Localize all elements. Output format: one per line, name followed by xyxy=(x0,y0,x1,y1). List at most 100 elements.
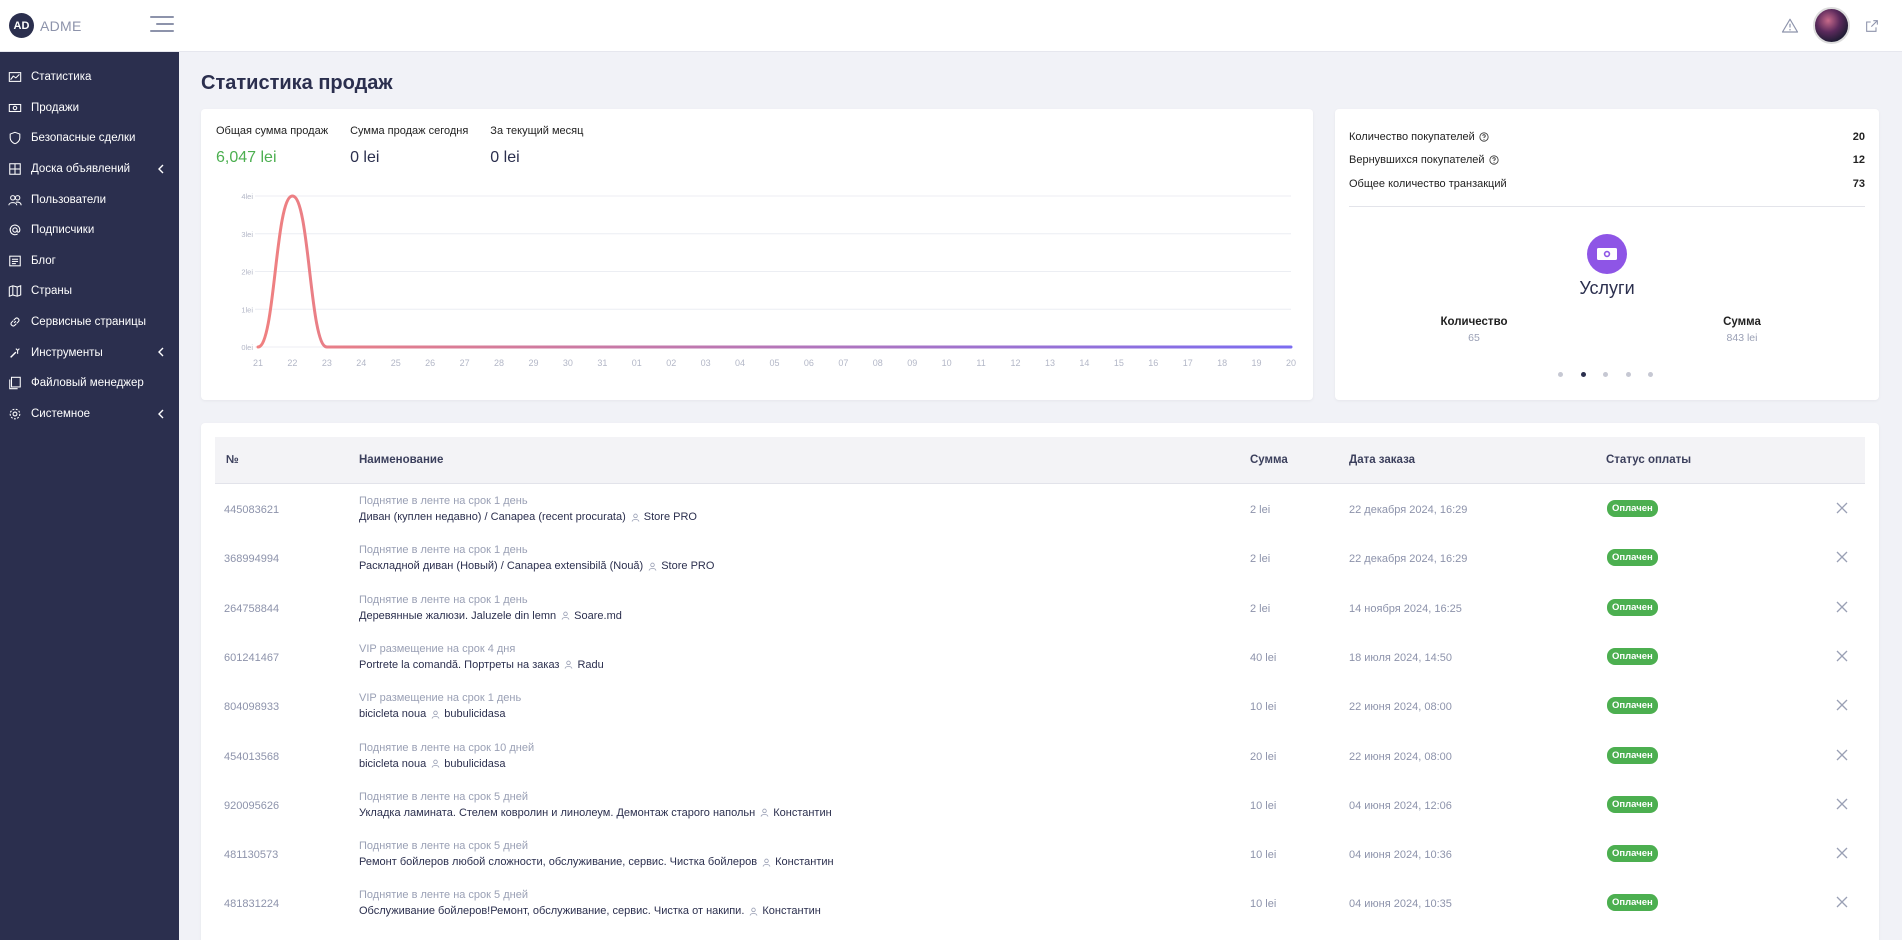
user-icon xyxy=(631,513,640,522)
y-tick-label: 2lei xyxy=(241,268,253,277)
chart-icon xyxy=(8,72,22,83)
carousel-dot[interactable] xyxy=(1648,372,1653,377)
table-row[interactable]: 368994994 Поднятие в ленте на срок 1 день… xyxy=(215,534,1865,583)
user-name[interactable]: Константин xyxy=(773,807,831,819)
logo[interactable]: AD ADME xyxy=(9,13,82,38)
help-icon[interactable] xyxy=(1479,132,1489,142)
col-number: № xyxy=(226,454,239,466)
sidebar-item-countries[interactable]: Страны xyxy=(0,276,179,307)
files-icon xyxy=(9,377,21,390)
user-name[interactable]: bubulicidasa xyxy=(444,708,505,720)
close-icon[interactable] xyxy=(1835,895,1849,909)
sidebar-item-statistics[interactable]: Статистика xyxy=(0,62,179,93)
sidebar-item-subscribers[interactable]: Подписчики xyxy=(0,215,179,246)
sidebar-item-service-pages[interactable]: Сервисные страницы xyxy=(0,307,179,338)
item-link[interactable]: Ремонт бойлеров любой сложности, обслужи… xyxy=(359,856,757,868)
y-tick-label: 4lei xyxy=(241,192,253,201)
close-icon[interactable] xyxy=(1835,600,1849,614)
x-tick-label: 09 xyxy=(907,358,917,368)
close-icon[interactable] xyxy=(1835,846,1849,860)
x-tick-label: 26 xyxy=(425,358,435,368)
help-icon[interactable] xyxy=(1488,155,1499,165)
user-name[interactable]: Soare.md xyxy=(574,610,622,622)
x-tick-label: 07 xyxy=(838,358,848,368)
sidebar-item-board[interactable]: Доска объявлений xyxy=(0,154,179,185)
y-tick-label: 3lei xyxy=(241,230,253,239)
sidebar-item-blog[interactable]: Блог xyxy=(0,246,179,277)
table-row[interactable]: 445083621 Поднятие в ленте на срок 1 день… xyxy=(215,485,1865,534)
item-link[interactable]: bicicleta noua xyxy=(359,758,426,770)
sidebar-item-file-manager[interactable]: Файловый менеджер xyxy=(0,368,179,399)
sidebar-item-label: Блог xyxy=(31,254,56,267)
status-badge: Оплачен xyxy=(1607,746,1658,764)
carousel-dot[interactable] xyxy=(1625,372,1631,377)
x-tick-label: 30 xyxy=(563,358,573,368)
item-link[interactable]: Деревянные жалюзи. Jaluzele din lemn xyxy=(359,610,556,622)
table-row[interactable]: 481831224 Поднятие в ленте на срок 5 дней… xyxy=(215,879,1865,928)
table-header: № Наименование Сумма Дата заказа Статус … xyxy=(215,437,1865,484)
table-row[interactable]: 804098933 VIP размещение на срок 1 день bi… xyxy=(215,682,1865,731)
service-sum-value: 843 lei xyxy=(1726,332,1758,344)
sales-chart-card: Общая сумма продаж 6,047 lei Сумма прода… xyxy=(201,109,1313,400)
table-row[interactable]: 264758844 Поднятие в ленте на срок 1 день… xyxy=(215,584,1865,633)
table-row[interactable]: 601241467 VIP размещение на срок 4 дня Por… xyxy=(215,633,1865,682)
user-name[interactable]: Store PRO xyxy=(661,560,714,572)
item-link[interactable]: Раскладной диван (Новый) / Canapea exten… xyxy=(359,560,643,572)
service-name: Поднятие в ленте на срок 5 дней xyxy=(359,889,528,902)
carousel-dot[interactable] xyxy=(1558,372,1563,377)
order-sum: 10 lei xyxy=(1250,898,1277,911)
at-icon xyxy=(9,224,21,236)
sidebar-item-system[interactable]: Системное xyxy=(0,399,179,430)
sidebar-item-safe-deals[interactable]: Безопасные сделки xyxy=(0,123,179,154)
sidebar-item-users[interactable]: Пользователи xyxy=(0,184,179,215)
close-icon[interactable] xyxy=(1835,698,1849,712)
close-icon[interactable] xyxy=(1835,797,1849,811)
user-name[interactable]: bubulicidasa xyxy=(444,758,505,770)
sidebar-item-label: Инструменты xyxy=(31,346,103,359)
item-link[interactable]: bicicleta noua xyxy=(359,708,426,720)
x-tick-label: 06 xyxy=(804,358,814,368)
money-icon xyxy=(1587,234,1627,274)
table-row[interactable]: 481130573 Поднятие в ленте на срок 5 дней… xyxy=(215,830,1865,879)
item-link[interactable]: Portrete la comandă. Портреты на заказ xyxy=(359,659,559,671)
carousel-dot[interactable] xyxy=(1603,372,1608,377)
user-name[interactable]: Константин xyxy=(762,905,820,917)
user-name[interactable]: Store PRO xyxy=(644,511,697,523)
item-link[interactable]: Укладка ламината. Стелем ковролин и лино… xyxy=(359,807,755,819)
sidebar-item-label: Пользователи xyxy=(31,193,107,206)
close-icon[interactable] xyxy=(1835,748,1849,762)
order-sum: 10 lei xyxy=(1250,849,1277,862)
service-name: Поднятие в ленте на срок 10 дней xyxy=(359,741,535,754)
col-date: Дата заказа xyxy=(1349,454,1416,466)
user-name[interactable]: Константин xyxy=(775,856,833,868)
table-row[interactable]: 454013568 Поднятие в ленте на срок 10 дне… xyxy=(215,732,1865,781)
x-tick-label: 11 xyxy=(976,358,985,368)
close-icon[interactable] xyxy=(1835,550,1849,564)
sidebar-item-sales[interactable]: Продажи xyxy=(0,93,179,124)
sidebar-item-tools[interactable]: Инструменты xyxy=(0,337,179,368)
item-link[interactable]: Диван (куплен недавно) / Canapea (recent… xyxy=(359,511,626,523)
stat-value: 20 xyxy=(1852,130,1865,143)
stat-row-customers: Количество покупателей 20 xyxy=(1349,125,1865,149)
x-tick-label: 10 xyxy=(942,358,952,368)
carousel-dot[interactable] xyxy=(1580,372,1586,377)
sidebar-item-label: Файловый менеджер xyxy=(31,377,144,390)
table-row[interactable]: 920095626 Поднятие в ленте на срок 5 дней… xyxy=(215,781,1865,830)
x-tick-label: 22 xyxy=(287,358,297,368)
service-name: Поднятие в ленте на срок 1 день xyxy=(359,495,528,507)
sidebar-item-label: Подписчики xyxy=(31,224,95,237)
warning-icon[interactable] xyxy=(1781,17,1799,35)
item-link[interactable]: Обслуживание бойлеров!Ремонт, обслуживан… xyxy=(359,905,744,917)
users-icon xyxy=(8,194,22,206)
close-icon[interactable] xyxy=(1835,649,1849,663)
menu-toggle-icon[interactable] xyxy=(150,14,174,34)
close-icon[interactable] xyxy=(1835,501,1849,515)
user-name[interactable]: Radu xyxy=(577,659,603,671)
external-link-icon[interactable] xyxy=(1864,18,1880,34)
map-icon xyxy=(8,285,22,298)
status-badge: Оплачен xyxy=(1607,795,1658,813)
order-sum: 20 lei xyxy=(1250,750,1277,763)
avatar[interactable] xyxy=(1813,7,1850,44)
order-sum: 2 lei xyxy=(1250,602,1271,615)
order-sum: 2 lei xyxy=(1250,504,1271,516)
